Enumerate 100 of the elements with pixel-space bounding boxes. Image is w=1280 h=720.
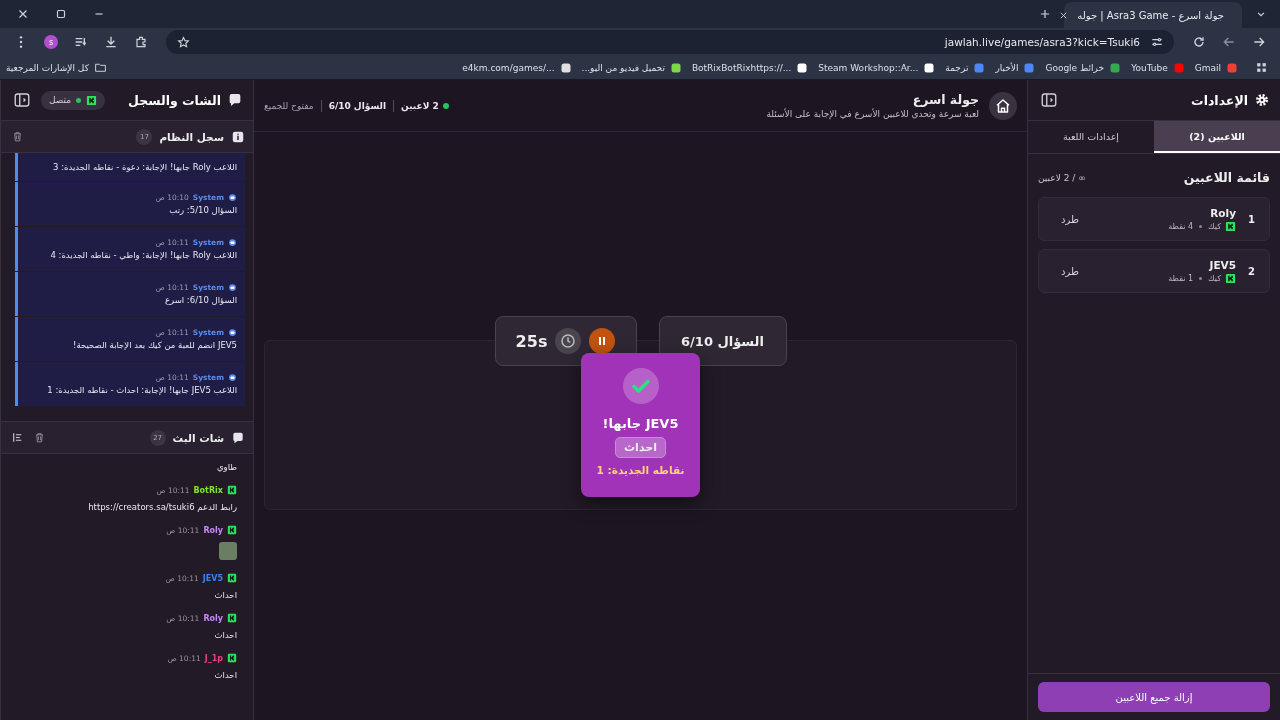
winner-title: JEV5 جابها! bbox=[602, 416, 679, 431]
new-points-text: نقاطه الجديدة: 1 bbox=[596, 464, 685, 476]
panel-title: الشات والسجل bbox=[128, 92, 221, 108]
panel-title: الإعدادات bbox=[1191, 92, 1248, 108]
settings-tab[interactable]: اللاعبين (2) bbox=[1154, 121, 1280, 153]
star-icon bbox=[175, 34, 191, 50]
timer-value: 25s bbox=[515, 331, 548, 351]
site-icon bbox=[973, 61, 986, 74]
platform-icon bbox=[227, 653, 237, 663]
question-badge: السؤال 6/10 bbox=[658, 316, 787, 366]
site-icon bbox=[1226, 61, 1238, 74]
bookmark-link[interactable]: الأخبار bbox=[995, 61, 1036, 74]
log-text: JEV5 انضم للعبة من كيك بعد الإجابة الصحيحة! bbox=[72, 340, 237, 350]
pause-icon bbox=[599, 337, 606, 345]
platform-icon bbox=[227, 613, 237, 623]
bookmark-link[interactable]: Gmail bbox=[1194, 61, 1238, 74]
platform-icon bbox=[1225, 220, 1237, 232]
username: Roly bbox=[203, 613, 223, 623]
player-rank: 2 bbox=[1248, 265, 1255, 277]
section-title: سجل النظام bbox=[159, 130, 224, 143]
bookmark-link[interactable]: تحميل فيديو من اليو... bbox=[581, 61, 682, 74]
section-title: شات البث bbox=[172, 431, 224, 444]
download-icon bbox=[103, 34, 119, 50]
player-count: ∞ / 2 لاعبين bbox=[1038, 172, 1086, 183]
tab-title: جولة اسرع - Asra3 Game | جوله bbox=[1077, 9, 1224, 21]
site-icon bbox=[1172, 61, 1185, 74]
sidebar-icon bbox=[1040, 91, 1058, 109]
log-text: اللاعب JEV5 جابها! الإجابة: احداث - نقاطه الجديدة: 1 bbox=[46, 385, 237, 395]
player-platform: كيك bbox=[1208, 221, 1222, 231]
answer-tag: احداث bbox=[615, 437, 666, 458]
sidebar-icon bbox=[13, 91, 31, 109]
player-platform: كيك bbox=[1208, 273, 1222, 283]
grid-icon bbox=[1254, 61, 1268, 74]
home-button[interactable] bbox=[989, 91, 1017, 120]
clock-icon bbox=[559, 332, 578, 350]
gear-icon bbox=[1254, 92, 1270, 108]
username: Roly bbox=[203, 525, 223, 535]
log-text: اللاعب Roly جابها! الإجابة: واطي - نقاطه الجديدة: 4 bbox=[49, 250, 237, 260]
site-icon bbox=[669, 61, 682, 74]
info-icon bbox=[231, 129, 245, 144]
chat-bubble-icon bbox=[227, 92, 243, 108]
bookmark-link[interactable]: e4km.com/games/... bbox=[462, 61, 572, 74]
username: JEV5 bbox=[202, 573, 223, 583]
access-status: مفتوح للجميع bbox=[264, 100, 314, 111]
site-icon bbox=[1109, 61, 1122, 74]
platform-icon bbox=[227, 525, 237, 535]
message-text: احداث bbox=[213, 590, 237, 600]
bookmark-link[interactable]: Steam Workshop::Ar... bbox=[818, 61, 936, 74]
folder-icon bbox=[93, 61, 107, 74]
player-count: 2 لاعبين bbox=[401, 100, 439, 111]
player-points: 1 نقطة bbox=[1168, 273, 1194, 283]
message-text: طاوي bbox=[215, 462, 237, 472]
message-text: رابط الدعم https://creators.sa/tsuki6 bbox=[87, 502, 237, 512]
platform-icon bbox=[227, 573, 237, 583]
message-text: احداث bbox=[213, 630, 237, 640]
bookmark-link[interactable]: خرائط Google bbox=[1045, 61, 1122, 74]
username: J_1p bbox=[204, 653, 223, 663]
emote-image bbox=[219, 542, 237, 560]
site-icon bbox=[1023, 61, 1036, 74]
reload-icon bbox=[1191, 34, 1207, 50]
platform-icon bbox=[1225, 272, 1237, 284]
align-icon bbox=[10, 431, 24, 444]
log-text: السؤال 6/10: اسرع bbox=[163, 295, 237, 305]
home-icon bbox=[994, 96, 1012, 115]
address-bar[interactable]: jawlah.live/games/asra3?kick=Tsuki6 bbox=[166, 30, 1174, 54]
platform-icon bbox=[227, 485, 237, 495]
log-text: السؤال 5/10: رتب bbox=[168, 205, 237, 215]
log-text: اللاعب Roly جابها! الإجابة: دعوة - نقاطه الجديدة: 3 bbox=[52, 162, 237, 172]
pause-button[interactable] bbox=[589, 328, 616, 354]
platform-icon bbox=[86, 94, 98, 106]
settings-tab[interactable]: إعدادات اللعبة bbox=[1028, 121, 1154, 153]
remove-all-button[interactable]: إزالة جميع اللاعبين bbox=[1038, 682, 1270, 712]
plus-icon bbox=[1038, 7, 1052, 21]
chat-bubble-icon bbox=[231, 430, 245, 445]
bookmark-link[interactable]: YouTube bbox=[1131, 61, 1185, 74]
section-title: قائمة اللاعبين bbox=[1183, 170, 1270, 185]
site-icon bbox=[923, 61, 936, 74]
puzzle-icon bbox=[133, 34, 149, 50]
kick-button[interactable]: طرد bbox=[1053, 211, 1087, 227]
player-name: JEV5 bbox=[1208, 258, 1237, 271]
url-text: jawlah.live/games/asra3?kick=Tsuki6 bbox=[944, 36, 1140, 48]
player-rank: 1 bbox=[1248, 213, 1255, 225]
connection-status: متصل bbox=[41, 90, 106, 110]
status-dot bbox=[442, 102, 449, 109]
player-points: 4 نقطة bbox=[1168, 221, 1194, 231]
game-title: جولة اسرع bbox=[911, 92, 979, 107]
site-icon bbox=[559, 61, 572, 74]
bookmark-link[interactable]: BotRixBotRixhttps://... bbox=[691, 61, 809, 74]
site-icon bbox=[796, 61, 809, 74]
message-text: احداث bbox=[213, 670, 237, 680]
question-status: السؤال 6/10 bbox=[328, 100, 387, 111]
profile-avatar[interactable]: s bbox=[44, 35, 58, 49]
kick-button[interactable]: طرد bbox=[1053, 263, 1087, 279]
sliders-icon bbox=[1150, 35, 1164, 49]
username: BotRix bbox=[193, 485, 223, 495]
bookmark-link[interactable]: ترجمة bbox=[945, 61, 986, 74]
restore-icon bbox=[54, 7, 68, 21]
game-subtitle: لعبة سرعة وتحدي للاعبين الأسرع في الإجابة على الأسئلة bbox=[766, 109, 979, 119]
all-bookmarks-link[interactable]: كل الإشارات المرجعية bbox=[6, 61, 107, 74]
player-name: Roly bbox=[1209, 206, 1237, 219]
